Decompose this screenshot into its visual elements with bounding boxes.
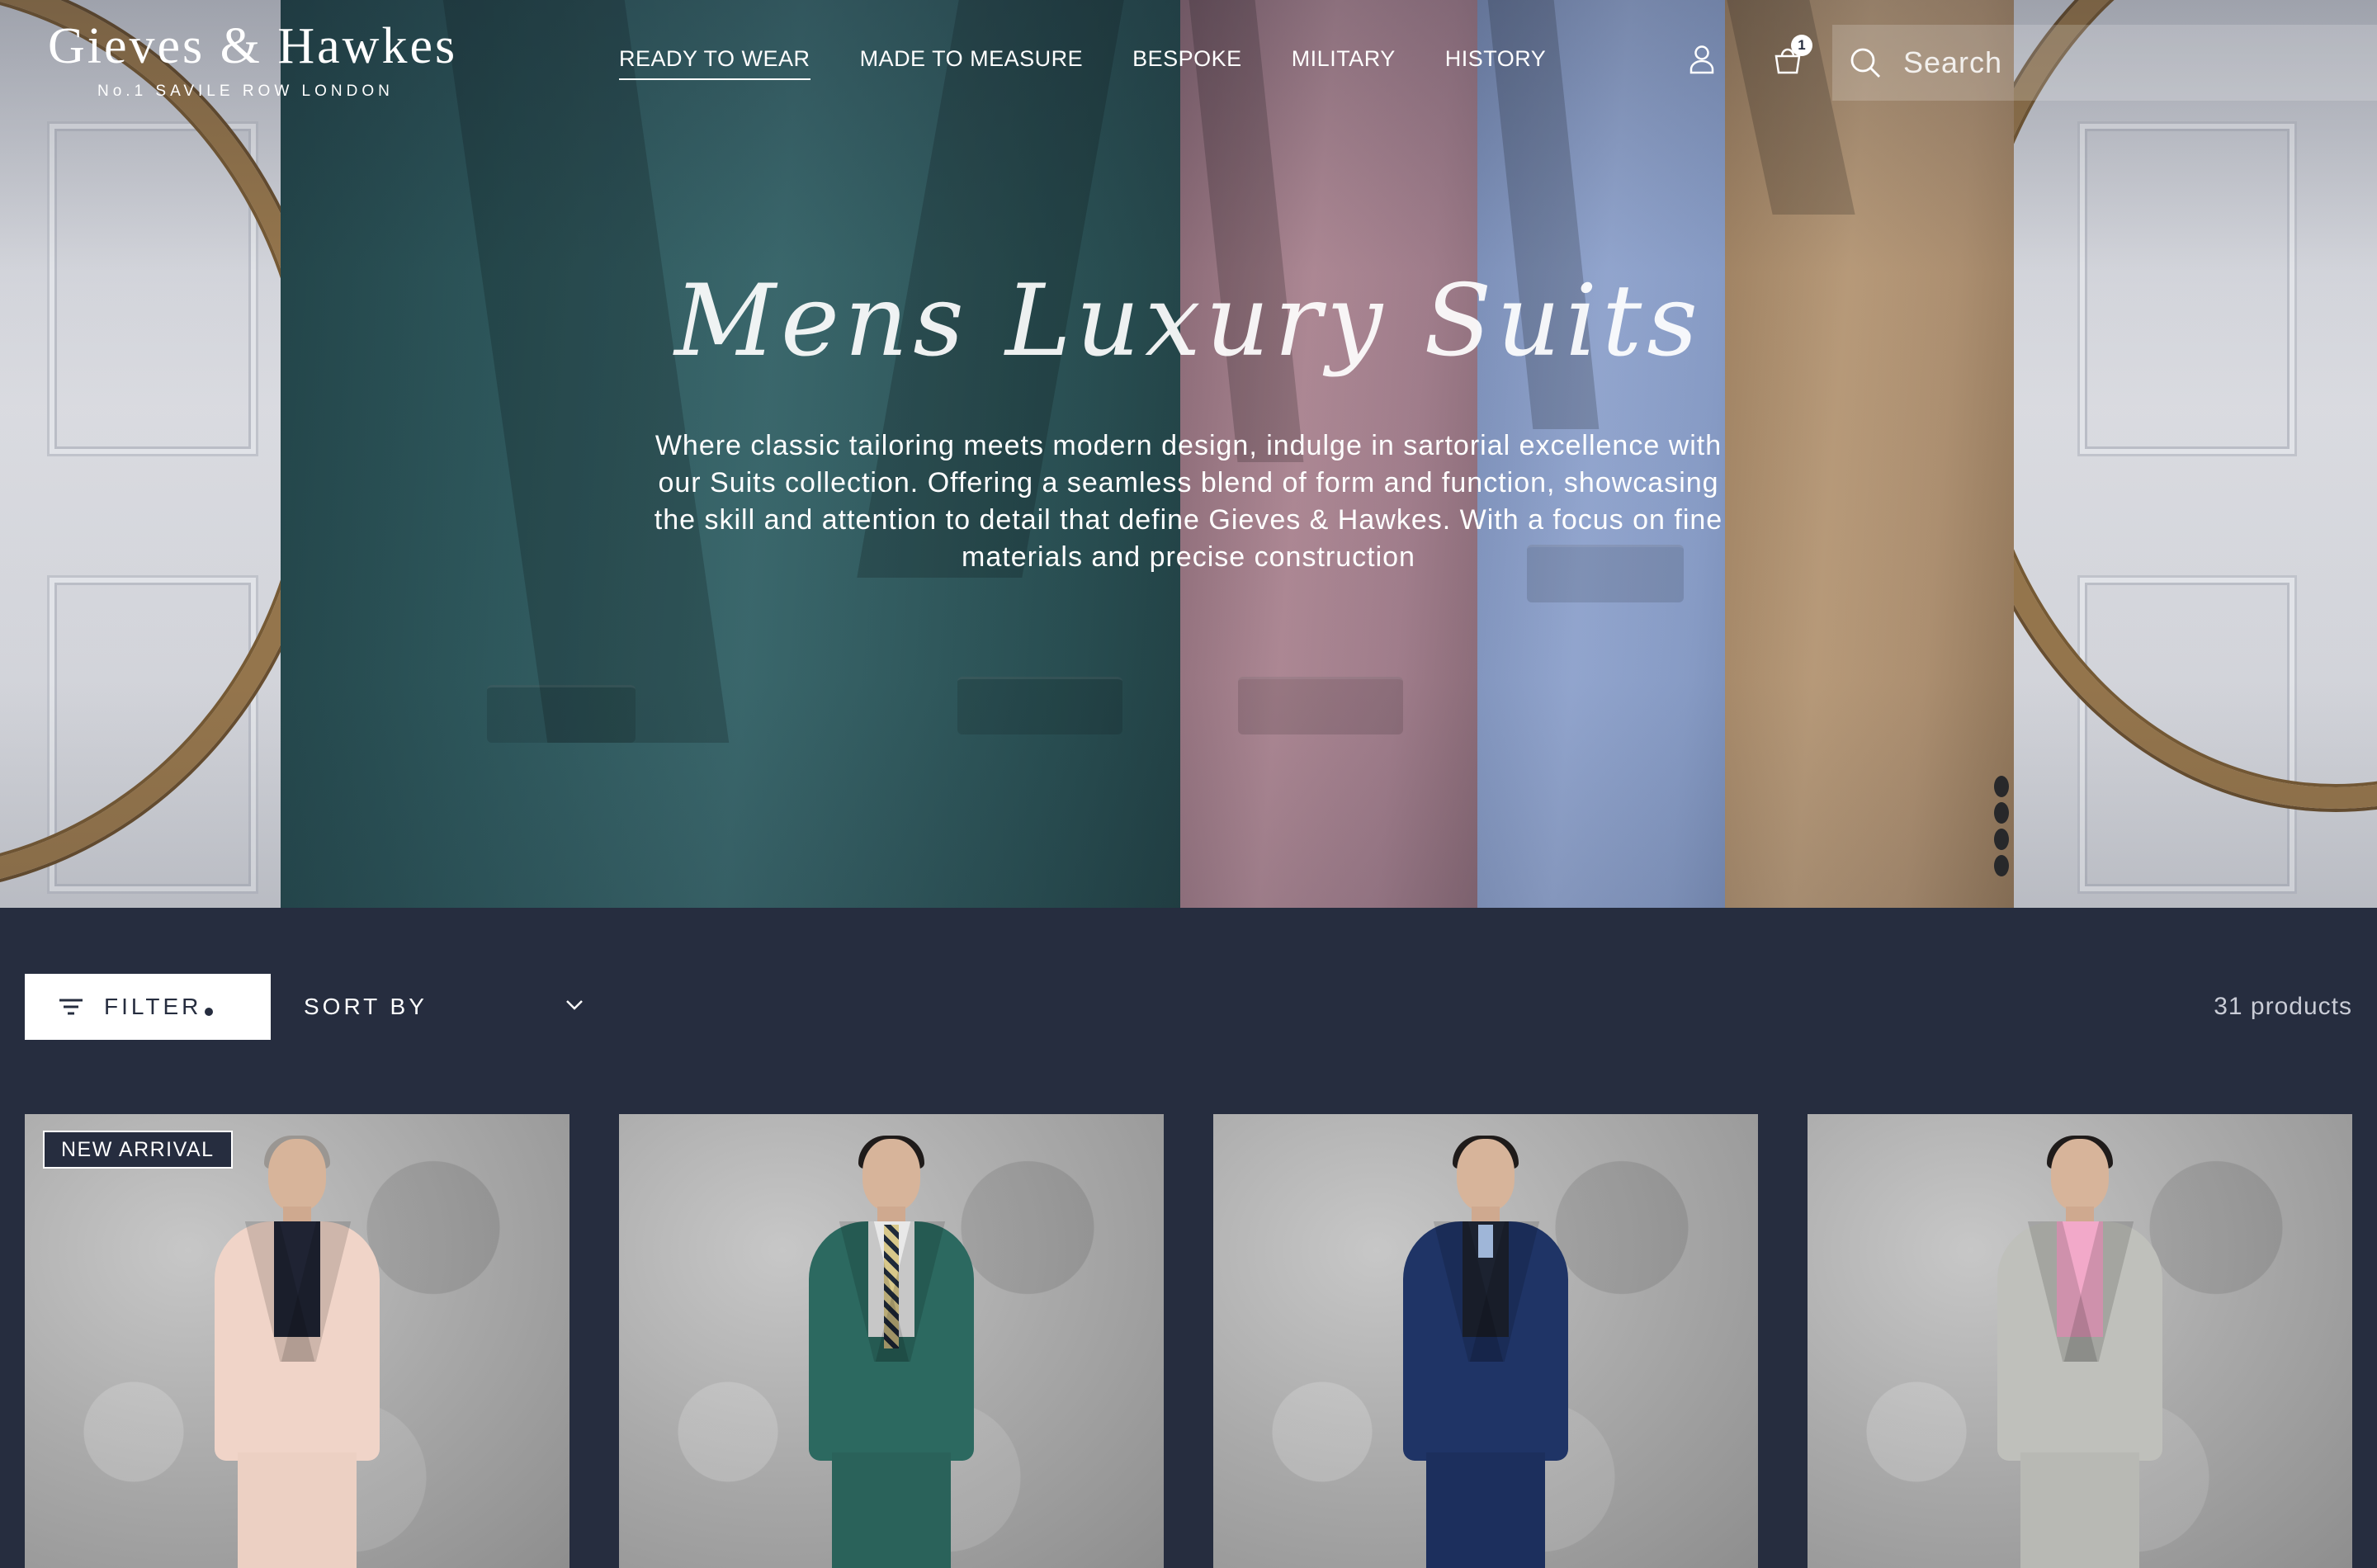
product-card[interactable]: [1808, 1114, 2352, 1568]
brand-logo-wordmark: Gieves & Hawkes: [48, 18, 458, 74]
user-icon: [1689, 45, 1714, 74]
product-image: [198, 1136, 396, 1568]
product-image: [1387, 1136, 1585, 1568]
sort-dropdown[interactable]: SORT BY: [304, 974, 584, 1040]
nav-item-history[interactable]: HISTORY: [1445, 46, 1547, 80]
filter-lines-icon: [59, 999, 83, 1015]
nav-item-bespoke[interactable]: BESPOKE: [1132, 46, 1242, 80]
sort-label: SORT BY: [304, 994, 428, 1019]
product-image: [792, 1136, 990, 1568]
main-navigation: READY TO WEAR MADE TO MEASURE BESPOKE MI…: [619, 46, 1595, 80]
nav-item-military[interactable]: MILITARY: [1292, 46, 1396, 80]
search-icon: [1850, 48, 1880, 78]
search-input[interactable]: [1903, 45, 2316, 80]
cart-button[interactable]: 1: [1770, 35, 1812, 78]
chevron-down-icon: [566, 1000, 583, 1010]
hero-description: Where classic tailoring meets modern des…: [654, 430, 1723, 573]
page-title: Mens Luxury Suits: [674, 264, 1703, 379]
brand-logo-tagline: No.1 SAVILE ROW LONDON: [97, 83, 394, 100]
new-arrival-badge: NEW ARRIVAL: [43, 1131, 233, 1169]
account-button[interactable]: [1684, 41, 1720, 78]
brand-logo[interactable]: Gieves & Hawkes No.1 SAVILE ROW LONDON: [48, 18, 458, 101]
active-filter-indicator: [205, 1008, 214, 1016]
filter-label: FILTER: [104, 994, 202, 1019]
filter-button[interactable]: FILTER: [25, 974, 271, 1040]
site-header: Gieves & Hawkes No.1 SAVILE ROW LONDON R…: [0, 0, 2377, 116]
product-image: [1981, 1136, 2179, 1568]
nav-item-made-to-measure[interactable]: MADE TO MEASURE: [860, 46, 1084, 80]
product-card[interactable]: [619, 1114, 1164, 1568]
product-grid: NEW ARRIVAL: [25, 1114, 2352, 1568]
collection-toolbar: FILTER SORT BY 31 products: [0, 908, 2377, 1114]
product-card[interactable]: NEW ARRIVAL: [25, 1114, 569, 1568]
product-count: 31 products: [2214, 993, 2352, 1020]
product-card[interactable]: [1213, 1114, 1758, 1568]
nav-item-ready-to-wear[interactable]: READY TO WEAR: [619, 46, 810, 80]
hero-banner: Mens Luxury Suits Where classic tailorin…: [0, 0, 2377, 908]
search-bar[interactable]: [1832, 25, 2377, 101]
cart-count-badge: 1: [1791, 35, 1812, 56]
